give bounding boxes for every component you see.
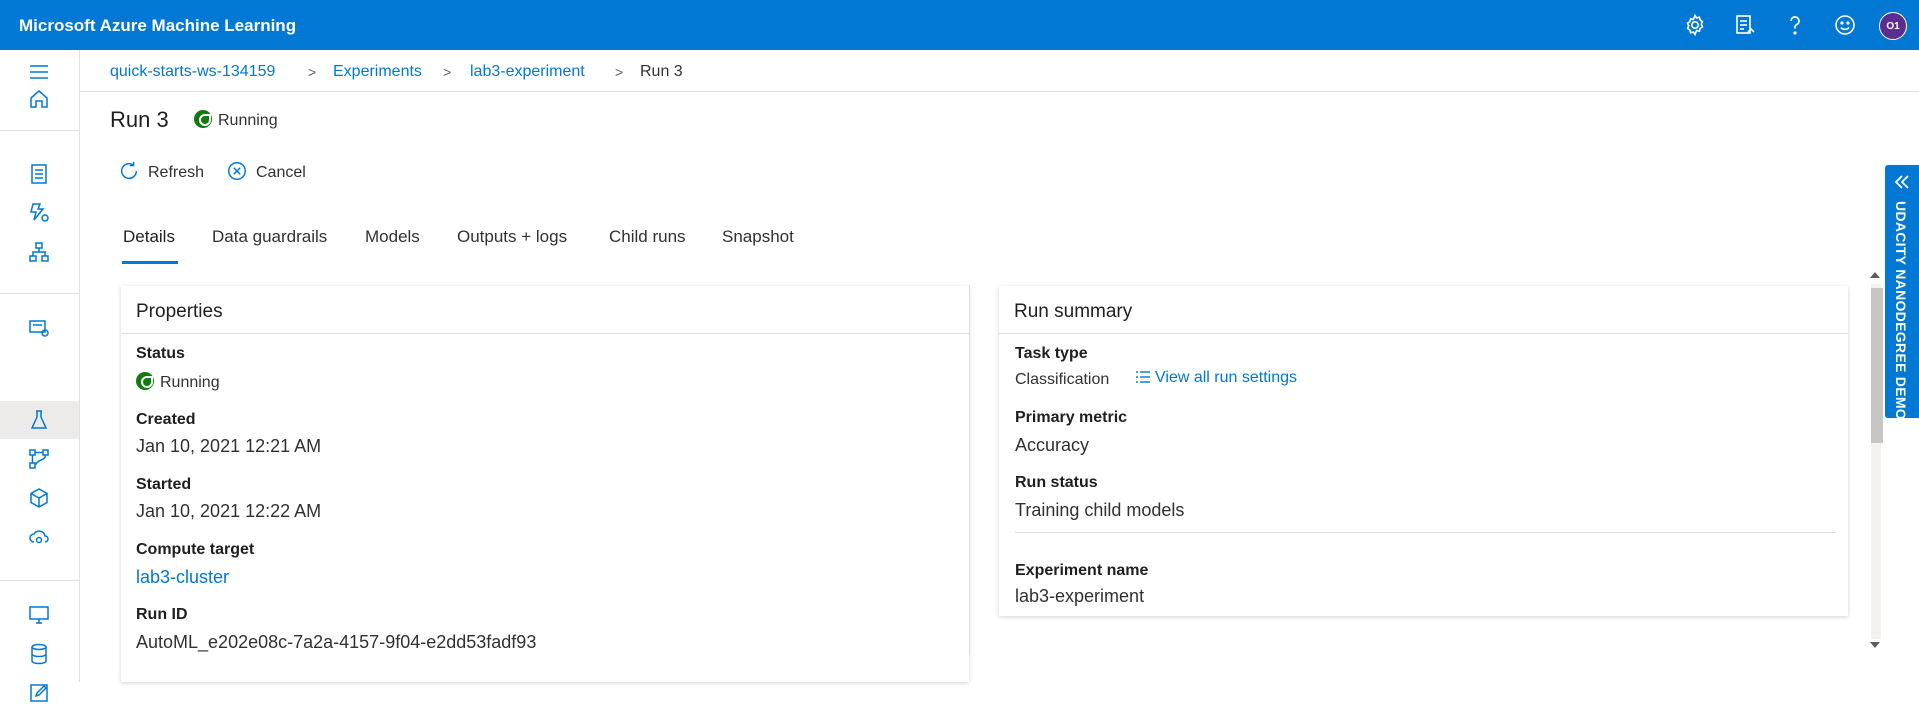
top-bar: Microsoft Azure Machine Learning O1 <box>0 0 1919 50</box>
cancel-icon <box>228 162 246 180</box>
status-label: Status <box>136 345 185 362</box>
task-type-label: Task type <box>1015 345 1088 362</box>
tab-outputs-logs[interactable]: Outputs + logs <box>457 227 567 247</box>
nav-divider <box>0 130 79 131</box>
card-divider <box>999 333 1848 334</box>
feedback-list-icon[interactable] <box>1733 13 1757 37</box>
run-summary-card: Run summary Task type Classification Vie… <box>999 286 1848 616</box>
data-labeling-icon[interactable] <box>27 681 51 705</box>
column-divider <box>969 285 970 655</box>
status-value-text: Running <box>160 374 220 391</box>
compute-icon[interactable] <box>27 603 51 627</box>
experiments-icon[interactable] <box>27 408 51 432</box>
nav-divider <box>0 580 79 581</box>
scroll-up-arrow[interactable] <box>1870 272 1880 278</box>
gear-icon[interactable] <box>1683 13 1707 37</box>
side-panel-label: UDACITY NANODEGREE DEMO <box>1893 201 1909 420</box>
breadcrumb-separator: > <box>615 64 624 80</box>
primary-metric-value: Accuracy <box>1015 435 1090 455</box>
smiley-icon[interactable] <box>1833 13 1857 37</box>
view-run-settings-link[interactable]: View all run settings <box>1135 369 1297 387</box>
run-status-value: Training child models <box>1015 500 1185 520</box>
experiment-name-label: Experiment name <box>1015 562 1149 579</box>
breadcrumb-separator: > <box>308 64 317 80</box>
compute-target-label: Compute target <box>136 541 255 558</box>
breadcrumb-separator: > <box>443 64 452 80</box>
refresh-label: Refresh <box>148 164 205 181</box>
tab-data-guardrails[interactable]: Data guardrails <box>212 227 327 247</box>
running-icon <box>136 372 154 390</box>
run-id-label: Run ID <box>136 606 188 623</box>
left-nav <box>0 50 80 702</box>
experiment-name-value: lab3-experiment <box>1015 586 1145 606</box>
avatar[interactable]: O1 <box>1879 12 1907 40</box>
nav-divider <box>0 293 79 294</box>
summary-divider <box>1015 532 1836 533</box>
home-icon[interactable] <box>27 87 51 111</box>
tab-snapshot[interactable]: Snapshot <box>722 227 794 247</box>
hamburger-menu-icon[interactable] <box>27 60 51 84</box>
pipelines-icon[interactable] <box>27 447 51 471</box>
designer-icon[interactable] <box>27 240 51 264</box>
running-icon <box>194 110 212 128</box>
notebooks-icon[interactable] <box>27 162 51 186</box>
task-type-value: Classification <box>1015 371 1110 388</box>
list-icon <box>1136 371 1150 383</box>
created-value: Jan 10, 2021 12:21 AM <box>136 436 322 456</box>
scrollbar-thumb[interactable] <box>1871 288 1883 443</box>
tab-models[interactable]: Models <box>365 227 420 247</box>
models-icon[interactable] <box>27 486 51 510</box>
run-summary-title: Run summary <box>1014 301 1133 322</box>
status-badge: Running <box>194 110 278 130</box>
vertical-scrollbar[interactable] <box>1868 270 1883 652</box>
run-id-value: AutoML_e202e08c-7a2a-4157-9f04-e2dd53fad… <box>136 632 537 652</box>
properties-title: Properties <box>136 301 223 322</box>
status-text: Running <box>218 112 278 129</box>
datasets-icon[interactable] <box>27 316 51 340</box>
datastores-icon[interactable] <box>27 642 51 666</box>
compute-target-link[interactable]: lab3-cluster <box>136 567 229 588</box>
breadcrumb-current: Run 3 <box>640 63 683 80</box>
app-title[interactable]: Microsoft Azure Machine Learning <box>19 16 296 36</box>
automl-icon[interactable] <box>27 201 51 225</box>
udacity-side-panel[interactable]: UDACITY NANODEGREE DEMO <box>1885 165 1919 420</box>
tab-child-runs[interactable]: Child runs <box>609 227 686 247</box>
breadcrumb-experiment[interactable]: lab3-experiment <box>470 63 585 81</box>
breadcrumb-experiments[interactable]: Experiments <box>333 63 422 81</box>
started-label: Started <box>136 476 192 493</box>
tab-details[interactable]: Details <box>123 227 175 247</box>
refresh-button[interactable]: Refresh <box>118 160 204 182</box>
endpoints-icon[interactable] <box>27 525 51 549</box>
card-divider <box>121 333 969 334</box>
cancel-label: Cancel <box>256 164 306 181</box>
page-title: Run 3 <box>110 107 169 132</box>
started-value: Jan 10, 2021 12:22 AM <box>136 501 322 521</box>
run-status-label: Run status <box>1015 474 1098 491</box>
view-run-settings-label: View all run settings <box>1155 369 1297 386</box>
refresh-icon <box>121 161 138 180</box>
help-icon[interactable] <box>1783 13 1807 37</box>
properties-card: Properties Status Running Created Jan 10… <box>121 286 969 682</box>
status-value: Running <box>136 372 220 392</box>
cancel-button[interactable]: Cancel <box>226 160 306 182</box>
double-chevron-left-icon <box>1894 175 1909 189</box>
breadcrumb-workspace[interactable]: quick-starts-ws-134159 <box>110 63 275 81</box>
tab-active-indicator <box>122 261 178 264</box>
scroll-down-arrow[interactable] <box>1870 642 1880 648</box>
created-label: Created <box>136 411 196 428</box>
primary-metric-label: Primary metric <box>1015 409 1128 426</box>
breadcrumb: quick-starts-ws-134159 > Experiments > l… <box>80 50 1919 92</box>
